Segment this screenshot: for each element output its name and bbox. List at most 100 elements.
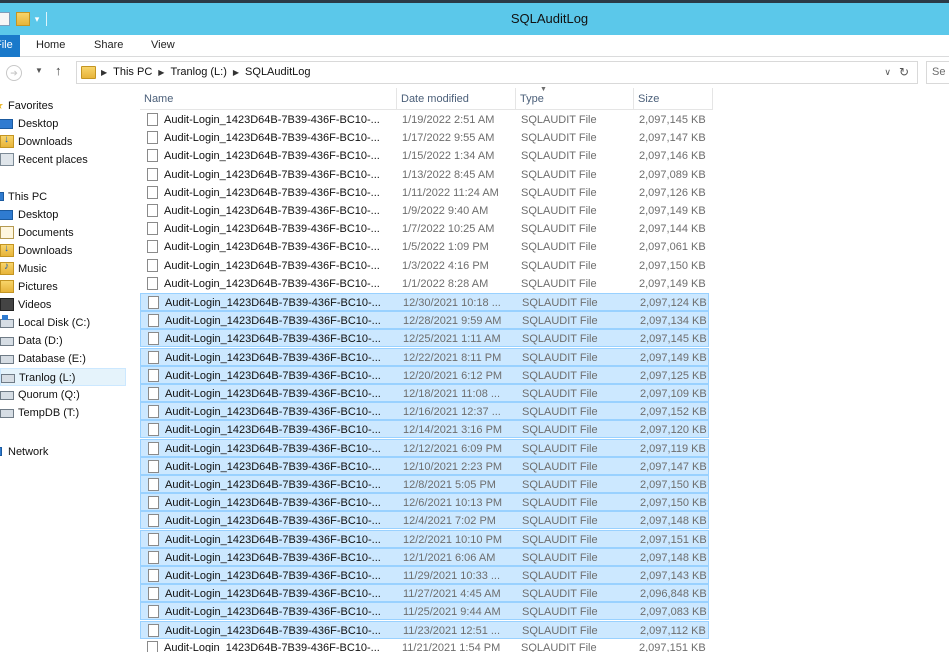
file-size: 2,097,109 KB: [640, 388, 707, 400]
nav-pc-videos[interactable]: Videos: [0, 296, 126, 314]
file-size: 2,097,144 KB: [639, 223, 706, 236]
tab-share[interactable]: Share: [94, 39, 123, 51]
file-type: SQLAUDIT File: [522, 570, 598, 582]
search-input[interactable]: Se: [926, 61, 949, 84]
forward-arrow-icon[interactable]: ➔: [6, 65, 22, 81]
nav-label: Pictures: [18, 281, 58, 293]
file-row[interactable]: Audit-Login_1423D64B-7B39-436F-BC10-... 1…: [140, 365, 709, 384]
file-row[interactable]: Audit-Login_1423D64B-7B39-436F-BC10-... 1…: [140, 129, 709, 147]
up-arrow-icon[interactable]: ↑: [55, 63, 62, 78]
tab-file[interactable]: File: [0, 35, 20, 57]
file-row[interactable]: Audit-Login_1423D64B-7B39-436F-BC10-... 1…: [140, 529, 709, 548]
nav-pc-documents[interactable]: Documents: [0, 224, 126, 242]
file-date-modified: 1/15/2022 1:34 AM: [402, 150, 495, 163]
file-row[interactable]: Audit-Login_1423D64B-7B39-436F-BC10-... 1…: [140, 347, 709, 366]
file-name: Audit-Login_1423D64B-7B39-436F-BC10-...: [164, 168, 380, 181]
file-name: Audit-Login_1423D64B-7B39-436F-BC10-...: [165, 497, 381, 510]
file-name: Audit-Login_1423D64B-7B39-436F-BC10-...: [164, 114, 380, 126]
file-size: 2,097,089 KB: [639, 168, 706, 181]
address-bar[interactable]: ▶ This PC ▶ Tranlog (L:) ▶ SQLAuditLog ∨…: [76, 61, 918, 84]
drive-icon: [0, 355, 14, 364]
os-drive-icon: [0, 315, 14, 328]
file-row[interactable]: Audit-Login_1423D64B-7B39-436F-BC10-... 1…: [140, 384, 709, 402]
file-date-modified: 1/7/2022 10:25 AM: [402, 223, 495, 236]
nav-pc-data-d[interactable]: Data (D:): [0, 332, 126, 350]
file-name: Audit-Login_1423D64B-7B39-436F-BC10-...: [165, 551, 381, 564]
file-row[interactable]: Audit-Login_1423D64B-7B39-436F-BC10-... 1…: [140, 166, 709, 184]
drive-icon: [0, 337, 14, 346]
file-row[interactable]: Audit-Login_1423D64B-7B39-436F-BC10-... 1…: [140, 456, 709, 475]
file-date-modified: 12/1/2021 6:06 AM: [403, 551, 496, 564]
nav-favorites[interactable]: ★ Favorites: [0, 97, 126, 115]
nav-fav-desktop[interactable]: Desktop: [0, 115, 126, 133]
breadcrumb-sqlauditlog[interactable]: SQLAuditLog: [245, 66, 310, 78]
nav-network[interactable]: Network: [0, 443, 126, 461]
nav-label: Documents: [18, 227, 74, 239]
breadcrumb-this-pc[interactable]: This PC: [113, 66, 152, 78]
file-row[interactable]: Audit-Login_1423D64B-7B39-436F-BC10-... 1…: [140, 438, 709, 457]
column-header-name[interactable]: Name: [140, 88, 397, 110]
file-row[interactable]: Audit-Login_1423D64B-7B39-436F-BC10-... 1…: [140, 311, 709, 330]
file-row[interactable]: Audit-Login_1423D64B-7B39-436F-BC10-... 1…: [140, 147, 709, 165]
file-row[interactable]: Audit-Login_1423D64B-7B39-436F-BC10-... 1…: [140, 184, 709, 202]
nav-pc-downloads[interactable]: Downloads: [0, 242, 126, 260]
nav-pc-quorum-q[interactable]: Quorum (Q:): [0, 386, 126, 404]
file-date-modified: 1/9/2022 9:40 AM: [402, 205, 489, 217]
file-name: Audit-Login_1423D64B-7B39-436F-BC10-...: [165, 388, 381, 400]
file-row[interactable]: Audit-Login_1423D64B-7B39-436F-BC10-... 1…: [140, 329, 709, 348]
file-date-modified: 12/16/2021 12:37 ...: [403, 406, 501, 419]
nav-pc-database-e[interactable]: Database (E:): [0, 350, 126, 368]
nav-pc-music[interactable]: Music: [0, 260, 126, 278]
file-name: Audit-Login_1423D64B-7B39-436F-BC10-...: [165, 479, 381, 491]
nav-pc-tranlog-l[interactable]: Tranlog (L:): [0, 368, 126, 386]
file-row[interactable]: Audit-Login_1423D64B-7B39-436F-BC10-... 1…: [140, 111, 709, 129]
file-row[interactable]: Audit-Login_1423D64B-7B39-436F-BC10-... 1…: [140, 257, 709, 275]
star-icon: ★: [0, 99, 4, 112]
file-type: SQLAUDIT File: [522, 369, 598, 382]
file-row[interactable]: Audit-Login_1423D64B-7B39-436F-BC10-... 1…: [140, 493, 709, 512]
file-row[interactable]: Audit-Login_1423D64B-7B39-436F-BC10-... 1…: [140, 275, 709, 293]
nav-pc-local-disk-c[interactable]: Local Disk (C:): [0, 314, 126, 332]
breadcrumb-arrow-icon[interactable]: ▶: [233, 68, 239, 77]
nav-fav-downloads[interactable]: Downloads: [0, 133, 126, 151]
address-row: ➔ ▼ ↑ ▶ This PC ▶ Tranlog (L:) ▶ SQLAudi…: [0, 58, 949, 88]
file-date-modified: 12/4/2021 7:02 PM: [403, 515, 496, 528]
file-row[interactable]: Audit-Login_1423D64B-7B39-436F-BC10-... 1…: [140, 420, 709, 439]
file-row[interactable]: Audit-Login_1423D64B-7B39-436F-BC10-... 1…: [140, 202, 709, 220]
file-row[interactable]: Audit-Login_1423D64B-7B39-436F-BC10-... 1…: [140, 220, 709, 238]
column-header-date-modified[interactable]: Date modified: [397, 88, 516, 110]
nav-pc-tempdb-t[interactable]: TempDB (T:): [0, 404, 126, 422]
file-row[interactable]: Audit-Login_1423D64B-7B39-436F-BC10-... 1…: [140, 293, 709, 311]
tab-home[interactable]: Home: [36, 39, 65, 51]
breadcrumb-arrow-icon[interactable]: ▶: [158, 68, 164, 77]
file-type: SQLAUDIT File: [522, 479, 598, 491]
column-header-type[interactable]: Type: [516, 88, 634, 110]
nav-pc-desktop[interactable]: Desktop: [0, 206, 126, 224]
file-type: SQLAUDIT File: [521, 186, 597, 199]
file-row[interactable]: Audit-Login_1423D64B-7B39-436F-BC10-... 1…: [140, 602, 709, 621]
file-row[interactable]: Audit-Login_1423D64B-7B39-436F-BC10-... 1…: [140, 639, 709, 652]
file-icon: [148, 332, 159, 346]
file-row[interactable]: Audit-Login_1423D64B-7B39-436F-BC10-... 1…: [140, 238, 709, 256]
file-row[interactable]: Audit-Login_1423D64B-7B39-436F-BC10-... 1…: [140, 584, 709, 603]
file-row[interactable]: Audit-Login_1423D64B-7B39-436F-BC10-... 1…: [140, 566, 709, 584]
breadcrumb-tranlog[interactable]: Tranlog (L:): [170, 66, 226, 78]
desktop-icon: [0, 119, 13, 129]
nav-fav-recent-places[interactable]: Recent places: [0, 151, 126, 169]
file-row[interactable]: Audit-Login_1423D64B-7B39-436F-BC10-... 1…: [140, 511, 709, 530]
file-date-modified: 12/20/2021 6:12 PM: [403, 369, 503, 382]
address-dropdown-icon[interactable]: ∨: [884, 67, 891, 78]
nav-this-pc[interactable]: This PC: [0, 188, 126, 206]
breadcrumb-arrow-icon[interactable]: ▶: [101, 68, 107, 77]
file-row[interactable]: Audit-Login_1423D64B-7B39-436F-BC10-... 1…: [140, 620, 709, 639]
nav-pc-pictures[interactable]: Pictures: [0, 278, 126, 296]
nav-label: Downloads: [18, 136, 73, 148]
recent-locations-icon[interactable]: ▼: [35, 66, 43, 75]
file-name: Audit-Login_1423D64B-7B39-436F-BC10-...: [165, 297, 381, 309]
file-row[interactable]: Audit-Login_1423D64B-7B39-436F-BC10-... 1…: [140, 547, 709, 566]
tab-view[interactable]: View: [151, 39, 175, 51]
refresh-icon[interactable]: ↻: [899, 65, 909, 79]
column-header-size[interactable]: Size: [634, 88, 713, 110]
file-row[interactable]: Audit-Login_1423D64B-7B39-436F-BC10-... 1…: [140, 475, 709, 493]
file-row[interactable]: Audit-Login_1423D64B-7B39-436F-BC10-... 1…: [140, 402, 709, 421]
